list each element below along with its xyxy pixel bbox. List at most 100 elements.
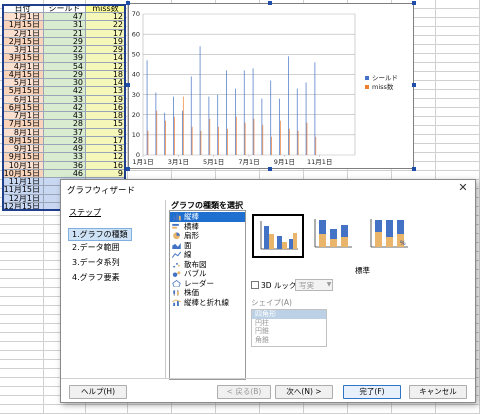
miss-cell[interactable]: 29 — [86, 46, 126, 55]
grid-cell[interactable] — [436, 63, 480, 72]
shield-cell[interactable]: 28 — [44, 120, 86, 129]
finish-button[interactable]: 完了(F) — [343, 385, 401, 399]
step-data-range[interactable]: 2.データ範囲 — [69, 242, 123, 253]
miss-cell[interactable]: 17 — [86, 136, 126, 145]
grid-cell[interactable] — [436, 72, 480, 81]
grid-cell[interactable] — [0, 243, 44, 252]
grid-cell[interactable] — [436, 405, 480, 414]
date-cell[interactable]: 10月15日 — [2, 169, 44, 178]
miss-cell[interactable]: 16 — [86, 103, 126, 112]
grid-cell[interactable] — [348, 405, 392, 414]
chart-type-item[interactable]: 縦棒 — [170, 212, 245, 222]
miss-cell[interactable]: 12 — [86, 13, 126, 22]
shield-cell[interactable]: 42 — [44, 87, 86, 96]
grid-cell[interactable] — [436, 144, 480, 153]
grid-cell[interactable] — [436, 126, 480, 135]
grid-cell[interactable] — [0, 261, 44, 270]
grid-cell[interactable] — [436, 27, 480, 36]
shield-cell[interactable]: 30 — [44, 79, 86, 88]
grid-cell[interactable] — [436, 108, 480, 117]
grid-cell[interactable] — [0, 225, 44, 234]
date-cell[interactable]: 12月15日 — [2, 202, 44, 211]
miss-cell[interactable]: 13 — [86, 145, 126, 154]
grid-cell[interactable] — [0, 378, 44, 387]
header-date[interactable]: 日付 — [2, 4, 44, 13]
miss-cell[interactable]: 22 — [86, 21, 126, 30]
step-chart-type[interactable]: 1.グラフの種類 — [68, 228, 132, 241]
date-cell[interactable]: 5月15日 — [2, 87, 44, 96]
miss-cell[interactable]: 9 — [86, 169, 126, 178]
resize-handle[interactable] — [412, 83, 416, 87]
resize-handle[interactable] — [268, 167, 272, 171]
grid-cell[interactable] — [436, 99, 480, 108]
shield-cell[interactable]: 42 — [44, 103, 86, 112]
chart-type-item[interactable]: 株価 — [170, 288, 245, 298]
chart-type-item[interactable]: 面 — [170, 241, 245, 251]
grid-cell[interactable] — [392, 405, 436, 414]
header-miss[interactable]: miss数 — [86, 4, 126, 13]
grid-cell[interactable] — [0, 288, 44, 297]
shape-item[interactable]: 円柱 — [252, 319, 326, 328]
chart-object[interactable]: 0 10 20 30 40 50 60 70 1月1日 3月1日 5月1日 7月1日 9月1日 11月1日… — [126, 1, 416, 171]
chart-type-item[interactable]: 縦棒と折れ線 — [170, 298, 245, 308]
date-cell[interactable]: 7月1日 — [2, 112, 44, 121]
grid-cell[interactable] — [0, 216, 44, 225]
grid-cell[interactable] — [0, 333, 44, 342]
grid-cell[interactable] — [304, 405, 348, 414]
grid-cell[interactable] — [436, 135, 480, 144]
resize-handle[interactable] — [268, 1, 272, 5]
shield-cell[interactable]: 21 — [44, 29, 86, 38]
miss-cell[interactable]: 18 — [86, 112, 126, 121]
shield-cell[interactable]: 37 — [44, 128, 86, 137]
grid-cell[interactable] — [0, 342, 44, 351]
variant-percent-stacked-column-thumbnail[interactable]: % — [364, 214, 416, 258]
miss-cell[interactable]: 16 — [86, 161, 126, 170]
grid-cell[interactable] — [436, 18, 480, 27]
resize-handle[interactable] — [412, 167, 416, 171]
resize-handle[interactable] — [126, 1, 130, 5]
shield-cell[interactable]: 54 — [44, 62, 86, 71]
miss-cell[interactable]: 19 — [86, 95, 126, 104]
date-cell[interactable]: 11月15日 — [2, 186, 44, 195]
grid-cell[interactable] — [0, 324, 44, 333]
date-cell[interactable]: 11月1日 — [2, 178, 44, 187]
grid-cell[interactable] — [0, 405, 44, 414]
header-shield[interactable]: シールド — [44, 4, 86, 13]
step-chart-elements[interactable]: 4.グラフ要素 — [69, 272, 123, 283]
date-cell[interactable]: 2月15日 — [2, 37, 44, 46]
date-cell[interactable]: 3月1日 — [2, 46, 44, 55]
date-cell[interactable]: 7月15日 — [2, 120, 44, 129]
grid-cell[interactable] — [436, 45, 480, 54]
date-cell[interactable]: 12月1日 — [2, 194, 44, 203]
date-cell[interactable]: 10月1日 — [2, 161, 44, 170]
chart-type-item[interactable]: 横棒 — [170, 222, 245, 232]
close-icon[interactable]: ✕ — [457, 182, 469, 194]
grid-cell[interactable] — [0, 315, 44, 324]
grid-cell[interactable] — [0, 270, 44, 279]
back-button[interactable]: < 戻る(B) — [217, 385, 271, 399]
resize-handle[interactable] — [412, 1, 416, 5]
shape-item[interactable]: 円錐 — [252, 327, 326, 336]
shield-cell[interactable]: 29 — [44, 70, 86, 79]
chart-type-item[interactable]: 散布図 — [170, 260, 245, 270]
grid-cell[interactable] — [0, 297, 44, 306]
miss-cell[interactable]: 14 — [86, 54, 126, 63]
grid-cell[interactable] — [172, 405, 216, 414]
grid-cell[interactable] — [0, 252, 44, 261]
shield-cell[interactable]: 36 — [44, 161, 86, 170]
date-cell[interactable]: 8月15日 — [2, 136, 44, 145]
chart-type-list[interactable]: 縦棒 横棒 扇形面線散布図 バブル レーダー 株価 縦棒と折れ線 — [169, 210, 246, 380]
grid-cell[interactable] — [0, 234, 44, 243]
date-cell[interactable]: 8月1日 — [2, 128, 44, 137]
miss-cell[interactable]: 14 — [86, 79, 126, 88]
date-cell[interactable]: 6月1日 — [2, 95, 44, 104]
grid-cell[interactable] — [0, 306, 44, 315]
grid-cell[interactable] — [436, 81, 480, 90]
grid-cell[interactable] — [0, 387, 44, 396]
grid-cell[interactable] — [436, 162, 480, 171]
grid-cell[interactable] — [86, 405, 128, 414]
grid-cell[interactable] — [436, 90, 480, 99]
grid-cell[interactable] — [0, 351, 44, 360]
date-cell[interactable]: 2月1日 — [2, 29, 44, 38]
shape-item[interactable]: 角錐 — [252, 336, 326, 345]
